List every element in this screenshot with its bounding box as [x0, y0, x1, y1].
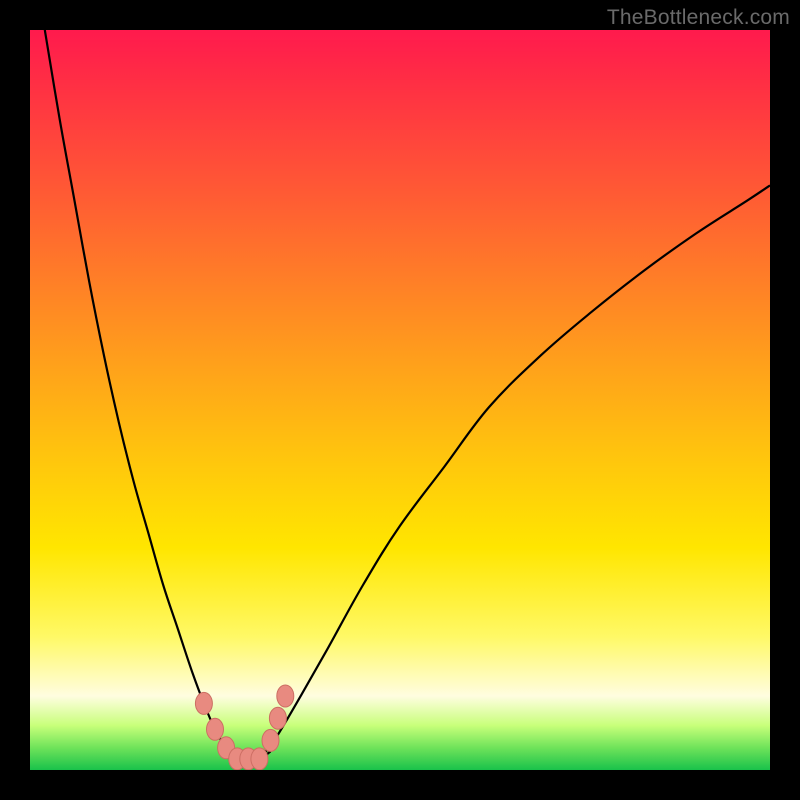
chart-svg [30, 30, 770, 770]
data-marker [195, 692, 212, 714]
data-marker [207, 718, 224, 740]
plot-area [30, 30, 770, 770]
chart-frame: TheBottleneck.com [0, 0, 800, 800]
curve-group [45, 30, 770, 759]
data-marker [269, 707, 286, 729]
watermark-text: TheBottleneck.com [607, 6, 790, 30]
data-marker [262, 729, 279, 751]
marker-group [195, 685, 293, 770]
curve-right [259, 185, 770, 759]
data-marker [251, 748, 268, 770]
curve-left [45, 30, 237, 759]
data-marker [277, 685, 294, 707]
